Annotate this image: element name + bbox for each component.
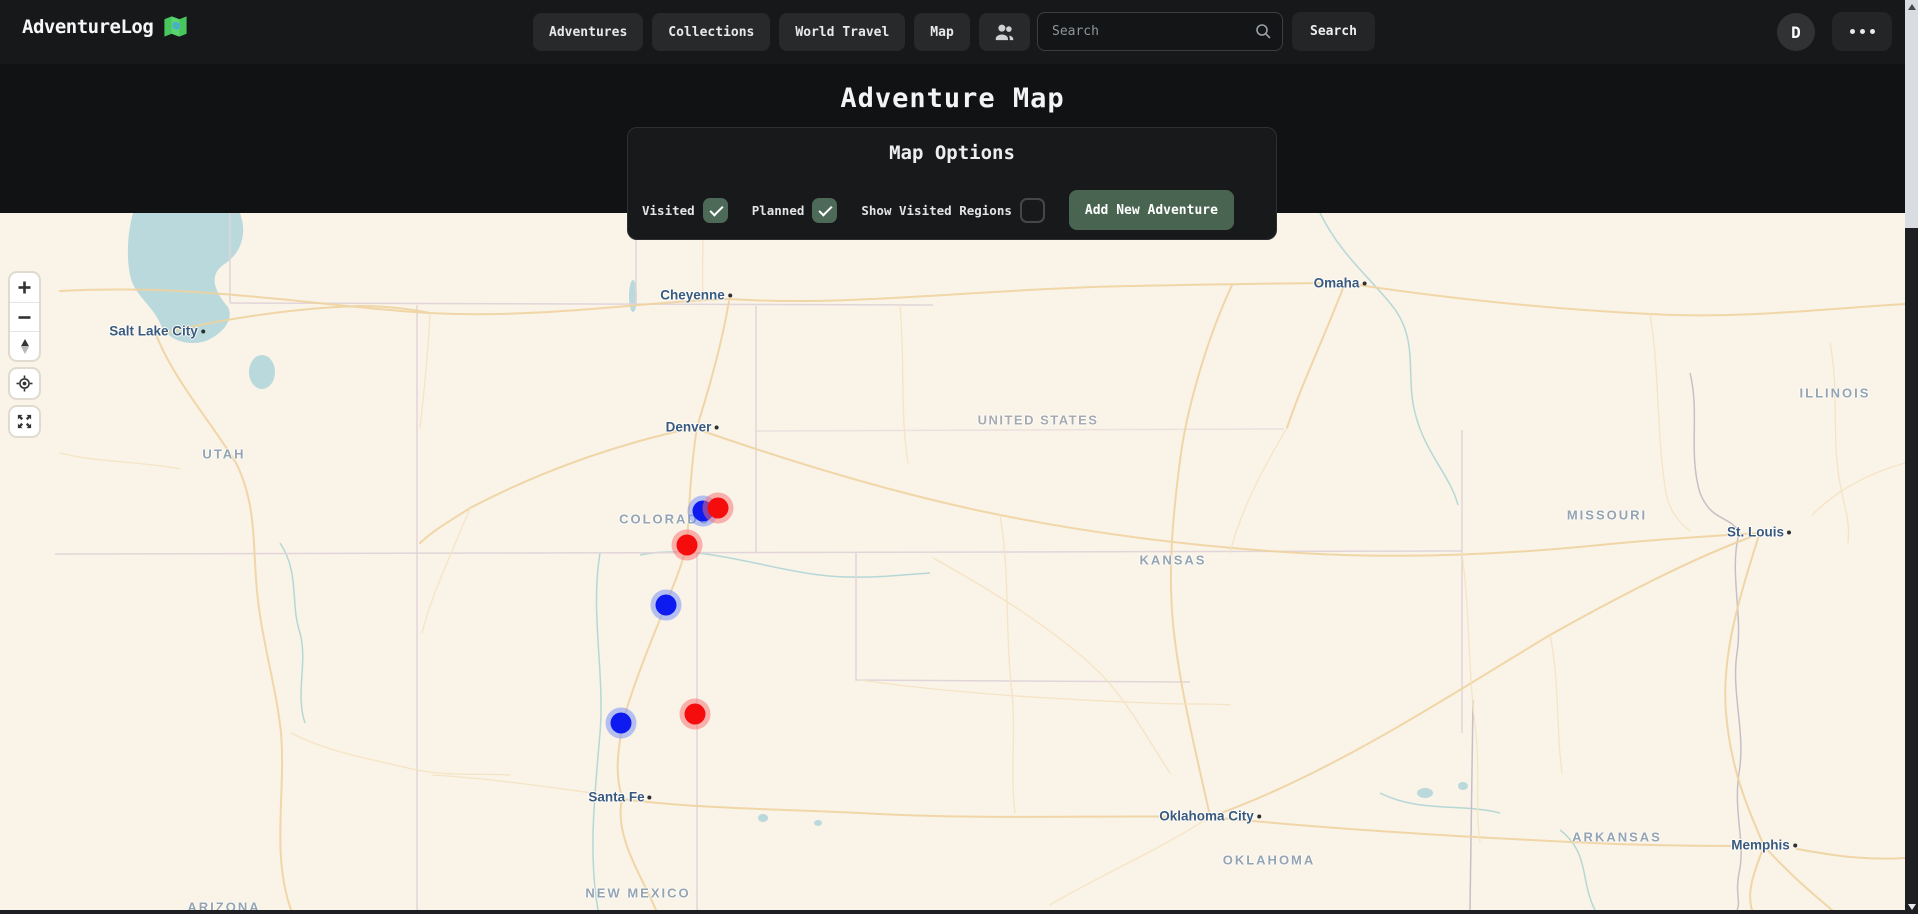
nav-adventures[interactable]: Adventures [533, 13, 643, 51]
compass-button[interactable] [10, 331, 39, 360]
visited-toggle-group: Visited [642, 198, 728, 223]
people-icon [994, 22, 1015, 43]
vertical-scrollbar[interactable] [1905, 0, 1918, 914]
map-markers [0, 213, 1905, 910]
adventure-marker-blue[interactable] [611, 713, 632, 734]
add-new-adventure-button[interactable]: Add New Adventure [1069, 190, 1234, 230]
app-logo-text: AdventureLog [22, 16, 153, 38]
overflow-menu-button[interactable] [1832, 12, 1892, 51]
zoom-out-button[interactable] [10, 302, 39, 331]
navbar: AdventureLog Adventures Collections Worl… [0, 0, 1905, 64]
magnifier-icon [1254, 22, 1272, 44]
show-regions-label: Show Visited Regions [861, 203, 1012, 218]
planned-toggle-group: Planned [752, 198, 838, 223]
map-options-title: Map Options [628, 142, 1276, 164]
nav-world-travel[interactable]: World Travel [779, 13, 905, 51]
geolocate-button[interactable] [10, 369, 39, 398]
fullscreen-button[interactable] [10, 407, 39, 436]
app-logo[interactable]: AdventureLog [22, 13, 189, 40]
map-canvas[interactable]: Salt Lake CityCheyenneOmahaDenverSt. Lou… [0, 213, 1905, 910]
map-controls [10, 273, 39, 445]
adventure-marker-red[interactable] [677, 535, 698, 556]
adventure-marker-blue[interactable] [656, 595, 677, 616]
scroll-down-icon[interactable] [1908, 904, 1916, 910]
visited-checkbox[interactable] [703, 198, 728, 223]
horizontal-scrollbar[interactable] [0, 910, 1905, 914]
adventure-marker-red[interactable] [708, 498, 729, 519]
scrollbar-thumb[interactable] [1905, 0, 1918, 228]
members-button[interactable] [979, 13, 1030, 51]
visited-label: Visited [642, 203, 695, 218]
nav-map[interactable]: Map [914, 13, 969, 51]
compass-icon [18, 338, 32, 355]
adventure-marker-red[interactable] [685, 704, 706, 725]
ellipsis-icon [1850, 29, 1855, 34]
user-avatar[interactable]: D [1777, 13, 1815, 51]
scroll-up-icon[interactable] [1908, 4, 1916, 10]
show-regions-checkbox[interactable] [1020, 198, 1045, 223]
search-input[interactable] [1037, 12, 1283, 51]
search-wrap [1037, 12, 1283, 51]
planned-label: Planned [752, 203, 805, 218]
nav-collections[interactable]: Collections [652, 13, 770, 51]
search-button[interactable]: Search [1292, 12, 1375, 51]
minus-icon [17, 310, 32, 325]
geolocate-icon [16, 375, 33, 392]
plus-icon [17, 280, 32, 295]
fullscreen-icon [16, 413, 33, 430]
planned-checkbox[interactable] [812, 198, 837, 223]
map-options-row: Visited Planned Show Visited Regions Add… [642, 190, 1234, 230]
world-map-icon [162, 13, 189, 40]
map-options-card: Map Options Visited Planned Show Visited… [627, 127, 1277, 240]
zoom-in-button[interactable] [10, 273, 39, 302]
page-title: Adventure Map [0, 83, 1905, 114]
main-nav: Adventures Collections World Travel Map [533, 13, 1030, 51]
show-regions-toggle-group: Show Visited Regions [861, 198, 1045, 223]
